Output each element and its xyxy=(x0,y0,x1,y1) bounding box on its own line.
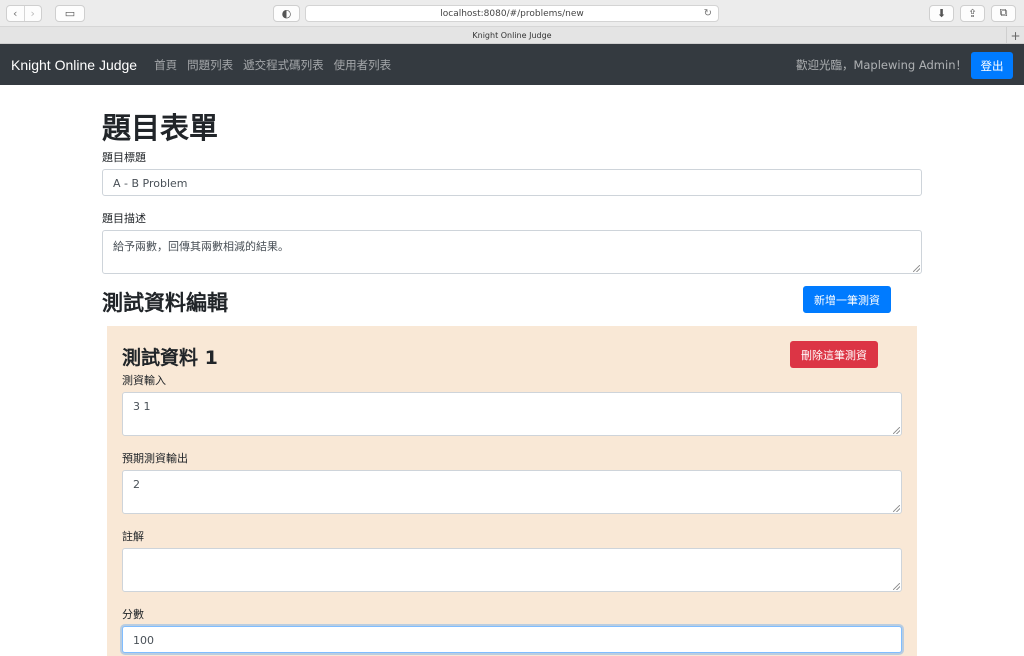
sidebar-toggle-icon[interactable]: ▭ xyxy=(55,4,85,22)
testcase-output-textarea[interactable]: 2 xyxy=(122,470,902,514)
tabs-overview-icon[interactable]: ⧉ xyxy=(991,4,1016,22)
url-text: localhost:8080/#/problems/new xyxy=(440,8,584,19)
browser-toolbar: ‹ › ▭ ◐ localhost:8080/#/problems/new ↻ … xyxy=(0,0,1024,27)
history-nav: ‹ › xyxy=(6,4,42,22)
delete-testcase-button[interactable]: 刪除這筆測資 xyxy=(790,341,878,368)
add-testcase-button[interactable]: 新增一筆測資 xyxy=(803,286,891,313)
testcase-output-label: 預期測資輸出 xyxy=(122,452,188,465)
testcase-note-textarea[interactable] xyxy=(122,548,902,592)
testcase-input-label: 測資輸入 xyxy=(122,374,166,387)
privacy-shield-icon[interactable]: ◐ xyxy=(273,4,300,22)
share-icon[interactable]: ⇪ xyxy=(960,4,985,22)
logout-button[interactable]: 登出 xyxy=(971,52,1013,79)
nav-home[interactable]: 首頁 xyxy=(154,57,177,73)
nav-problems[interactable]: 問題列表 xyxy=(187,57,233,73)
testcase-input-text: 3 1 xyxy=(133,400,151,413)
welcome-text: 歡迎光臨，Maplewing Admin！ xyxy=(795,58,967,72)
back-icon[interactable]: ‹ xyxy=(7,6,24,21)
app-navbar: Knight Online Judge 首頁 問題列表 遞交程式碼列表 使用者列… xyxy=(0,44,1024,85)
brand-link[interactable]: Knight Online Judge xyxy=(11,57,137,73)
resize-handle-icon[interactable] xyxy=(893,427,900,434)
forward-icon[interactable]: › xyxy=(23,5,42,21)
testdata-heading: 測試資料編輯 xyxy=(102,291,228,315)
title-input[interactable]: A - B Problem xyxy=(102,169,922,196)
testcase-output-text: 2 xyxy=(133,478,140,491)
tab-title[interactable]: Knight Online Judge xyxy=(472,31,551,40)
resize-handle-icon[interactable] xyxy=(893,505,900,512)
testcase-score-label: 分數 xyxy=(122,608,144,621)
testcase-note-label: 註解 xyxy=(122,530,144,543)
resize-handle-icon[interactable] xyxy=(913,265,920,272)
nav-submissions[interactable]: 遞交程式碼列表 xyxy=(243,57,324,73)
tab-strip: Knight Online Judge + xyxy=(0,27,1024,44)
address-bar[interactable]: localhost:8080/#/problems/new ↻ xyxy=(305,5,719,22)
testcase-heading: 測試資料 1 xyxy=(122,347,218,369)
reload-icon[interactable]: ↻ xyxy=(704,8,712,19)
description-text: 給予兩數，回傳其兩數相減的結果。 xyxy=(113,240,289,253)
page-title: 題目表單 xyxy=(102,111,219,145)
nav-users[interactable]: 使用者列表 xyxy=(334,57,392,73)
download-icon[interactable]: ⬇ xyxy=(929,4,954,22)
testcase-input-textarea[interactable]: 3 1 xyxy=(122,392,902,436)
title-label: 題目標題 xyxy=(102,151,146,164)
resize-handle-icon[interactable] xyxy=(893,583,900,590)
description-textarea[interactable]: 給予兩數，回傳其兩數相減的結果。 xyxy=(102,230,922,274)
description-label: 題目描述 xyxy=(102,212,146,225)
new-tab-icon[interactable]: + xyxy=(1006,27,1024,44)
